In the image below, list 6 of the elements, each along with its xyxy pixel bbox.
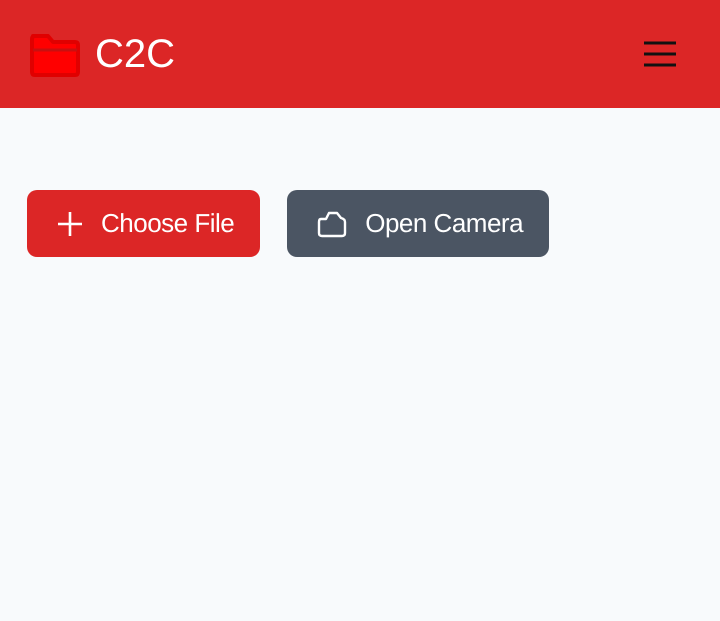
choose-file-button[interactable]: Choose File: [27, 190, 260, 257]
plus-icon: [57, 210, 83, 236]
camera-button[interactable]: Open Camera: [287, 190, 550, 257]
menu-icon[interactable]: [644, 41, 676, 67]
app-title: C2C: [95, 32, 176, 76]
camera-icon: [317, 210, 348, 238]
